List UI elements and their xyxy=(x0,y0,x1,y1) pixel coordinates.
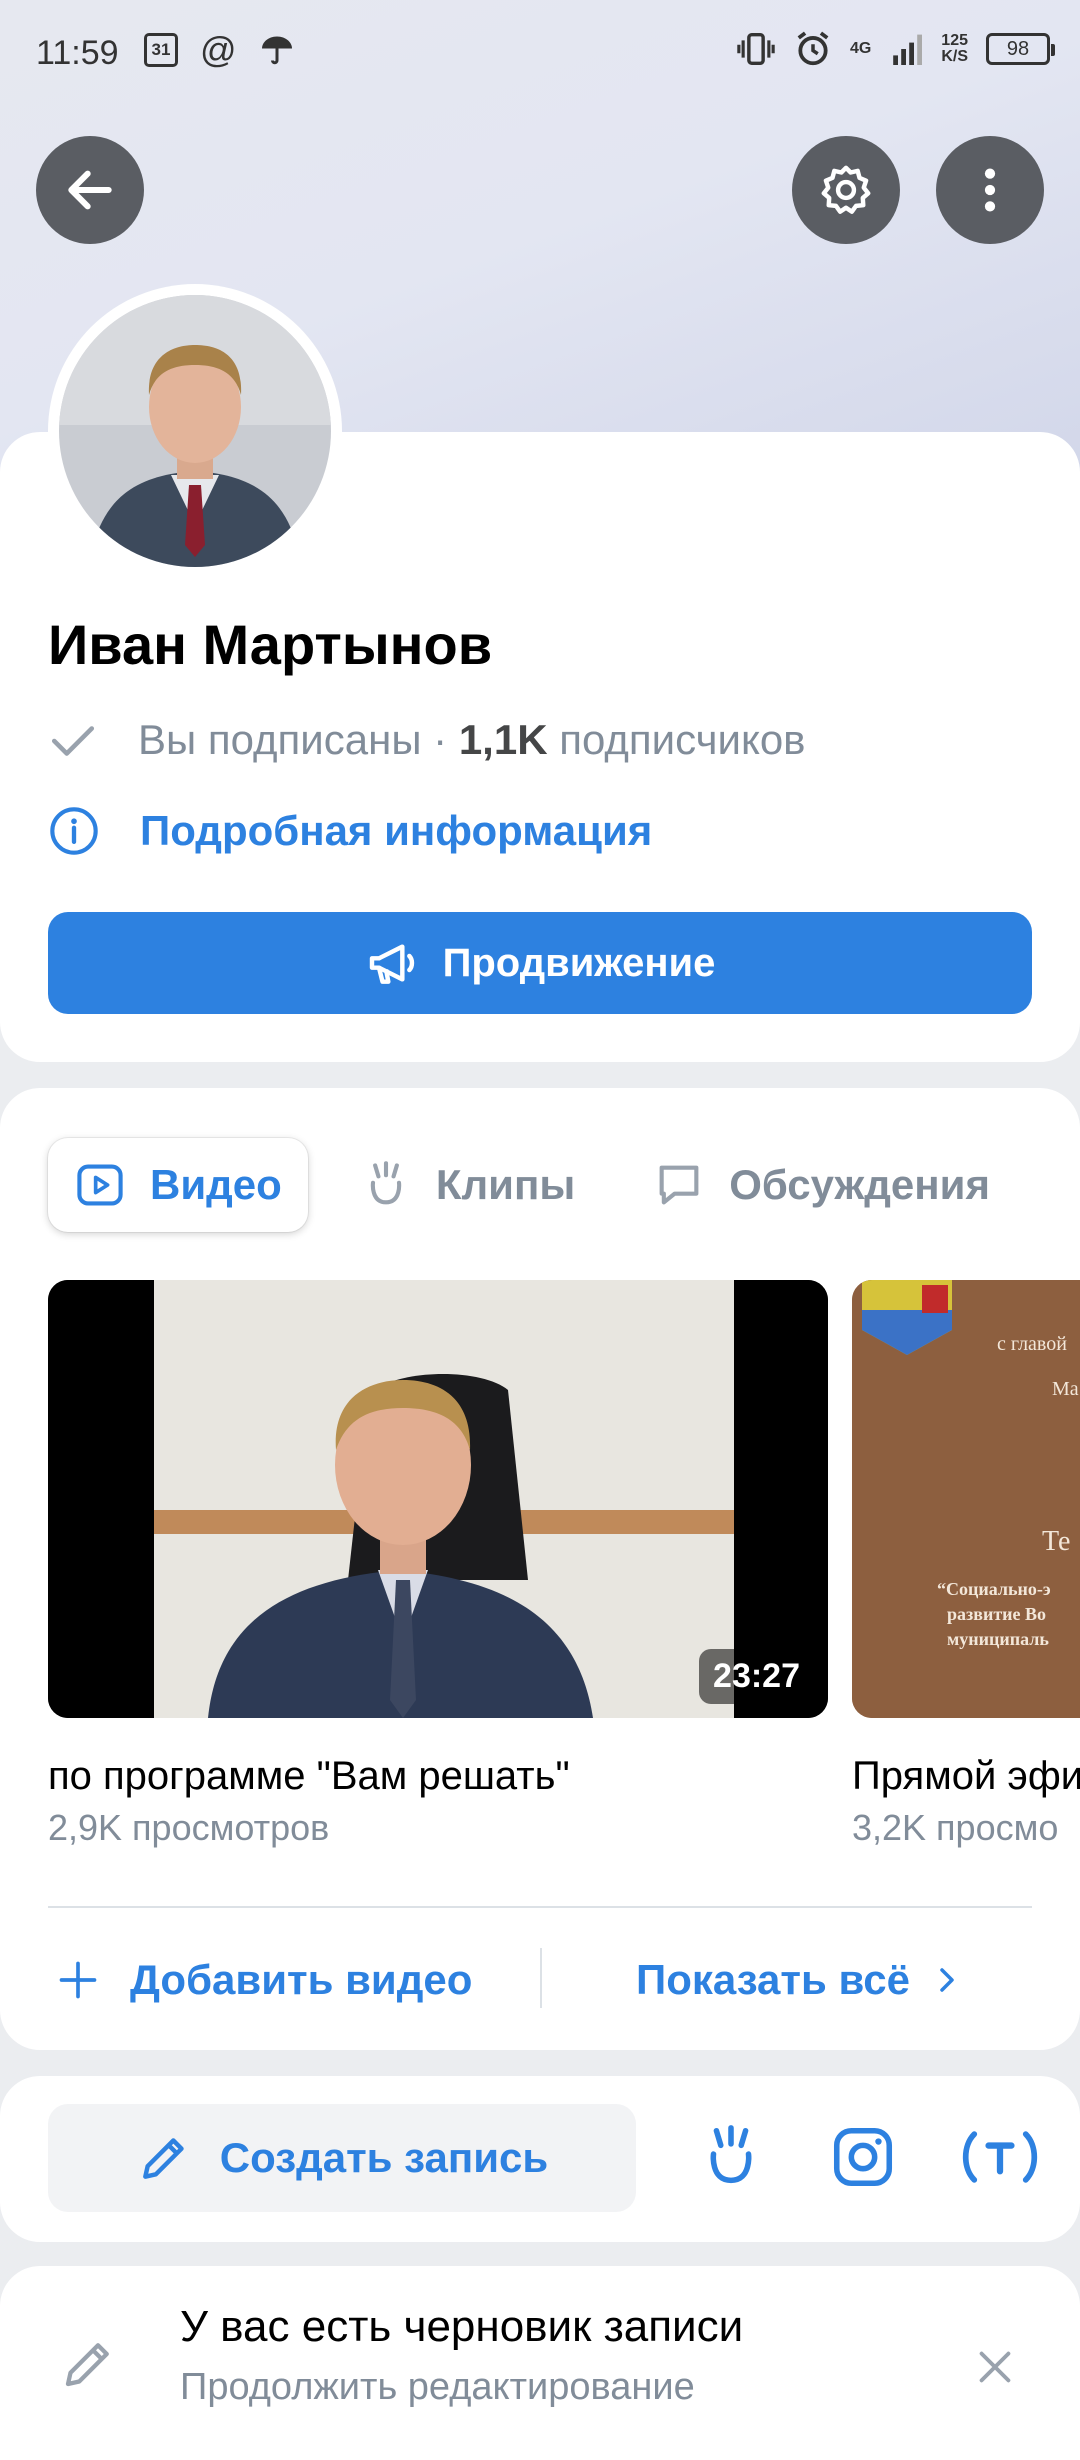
avatar-image xyxy=(59,295,331,567)
clips-icon[interactable] xyxy=(696,2122,766,2192)
video-duration: 23:27 xyxy=(699,1649,814,1704)
subscription-row[interactable]: Вы подписаны · 1,1K подписчиков xyxy=(48,715,806,765)
show-all-label: Показать всё xyxy=(636,1956,910,2003)
vertical-divider xyxy=(540,1948,542,2008)
subscription-status: Вы подписаны · 1,1K подписчиков xyxy=(138,716,806,763)
draft-title: У вас есть черновик записи xyxy=(180,2302,744,2351)
battery-icon: 98 xyxy=(986,33,1055,65)
detailed-info-label: Подробная информация xyxy=(140,807,653,854)
pencil-icon xyxy=(142,2138,184,2179)
video-actions: Добавить видео Показать всё xyxy=(0,1942,1080,2018)
checkmark-icon xyxy=(51,726,95,756)
slide-line: Ма xyxy=(1052,1378,1079,1400)
add-video-button[interactable]: Добавить видео xyxy=(56,1942,472,2018)
signal-icon xyxy=(893,34,923,65)
more-options-button[interactable] xyxy=(936,136,1044,244)
network-speed: 125 K/S xyxy=(941,32,968,65)
video-card[interactable]: 23:27 по программе "Вам решать" 2,9K про… xyxy=(48,1280,828,1849)
arrow-left-icon xyxy=(68,170,112,210)
tab-discussions[interactable]: Обсуждения xyxy=(627,1138,1016,1232)
detailed-info-link[interactable]: Подробная информация xyxy=(48,805,652,857)
video-thumbnail[interactable]: с главой Ма Те “Социально-э развитие Во … xyxy=(852,1280,1080,1718)
avatar-portrait xyxy=(59,295,331,567)
video-views: 3,2K просмо xyxy=(852,1807,1059,1848)
slide-line: с главой xyxy=(997,1333,1067,1355)
slide-line: муниципаль xyxy=(947,1629,1049,1649)
vibrate-icon xyxy=(737,33,775,65)
create-post-button[interactable]: Создать запись xyxy=(48,2104,636,2212)
gear-icon xyxy=(821,165,871,214)
video-thumbnail[interactable]: 23:27 xyxy=(48,1280,828,1718)
info-icon xyxy=(50,807,98,855)
status-time: 11:59 xyxy=(36,34,119,72)
camera-icon[interactable] xyxy=(828,2122,898,2192)
profile-name: Иван Мартынов xyxy=(48,613,493,676)
live-stream-icon[interactable] xyxy=(960,2122,1040,2192)
slide-line: “Социально-э xyxy=(937,1579,1051,1599)
status-bar: 11:59 31 @ 4G 125 K/S 98 xyxy=(0,0,1080,110)
video-title[interactable]: Прямой эфи xyxy=(852,1754,1080,1799)
video-card[interactable]: с главой Ма Те “Социально-э развитие Во … xyxy=(852,1280,1080,1849)
tab-clips[interactable]: Клипы xyxy=(334,1138,601,1232)
alarm-icon xyxy=(797,31,829,66)
video-thumbnail-image: с главой Ма Те “Социально-э развитие Во … xyxy=(852,1280,1080,1718)
video-views: 2,9K просмотров xyxy=(48,1807,330,1848)
draft-subtitle: Продолжить редактирование xyxy=(180,2366,695,2408)
tab-clips-label: Клипы xyxy=(435,1161,576,1208)
create-post-card: Создать запись xyxy=(0,2076,1080,2242)
promotion-label: Продвижение xyxy=(442,940,716,985)
settings-button[interactable] xyxy=(792,136,900,244)
more-vertical-icon xyxy=(984,168,996,212)
network-indicator: 4G xyxy=(849,40,872,57)
video-icon xyxy=(77,1164,123,1206)
calendar-icon: 31 xyxy=(144,33,178,67)
umbrella-icon xyxy=(261,36,292,65)
create-post-label: Создать запись xyxy=(219,2134,549,2181)
megaphone-icon xyxy=(369,944,414,984)
video-title[interactable]: по программе "Вам решать" xyxy=(48,1754,828,1799)
tab-video[interactable]: Видео xyxy=(48,1138,308,1232)
plus-icon xyxy=(59,1961,97,1999)
add-video-label: Добавить видео xyxy=(130,1956,473,2003)
at-sign-icon: @ xyxy=(200,29,237,70)
promotion-button[interactable]: Продвижение xyxy=(48,912,1032,1014)
divider xyxy=(48,1906,1032,1908)
show-all-button[interactable]: Показать всё xyxy=(636,1942,962,2018)
slide-line: Те xyxy=(1042,1526,1070,1557)
discussions-icon xyxy=(659,1165,699,1205)
clips-icon xyxy=(370,1161,401,1205)
slide-line: развитие Во xyxy=(947,1604,1046,1624)
draft-card[interactable]: У вас есть черновик записи Продолжить ре… xyxy=(0,2266,1080,2460)
close-icon[interactable] xyxy=(972,2344,1018,2390)
avatar[interactable] xyxy=(48,284,342,578)
pencil-icon xyxy=(65,2343,109,2387)
back-button[interactable] xyxy=(36,136,144,244)
tab-discussions-label: Обсуждения xyxy=(729,1161,990,1208)
content-tabs: Видео Клипы Обсуждения xyxy=(48,1138,1016,1232)
chevron-right-icon xyxy=(940,1968,954,1992)
tab-video-label: Видео xyxy=(150,1161,282,1208)
